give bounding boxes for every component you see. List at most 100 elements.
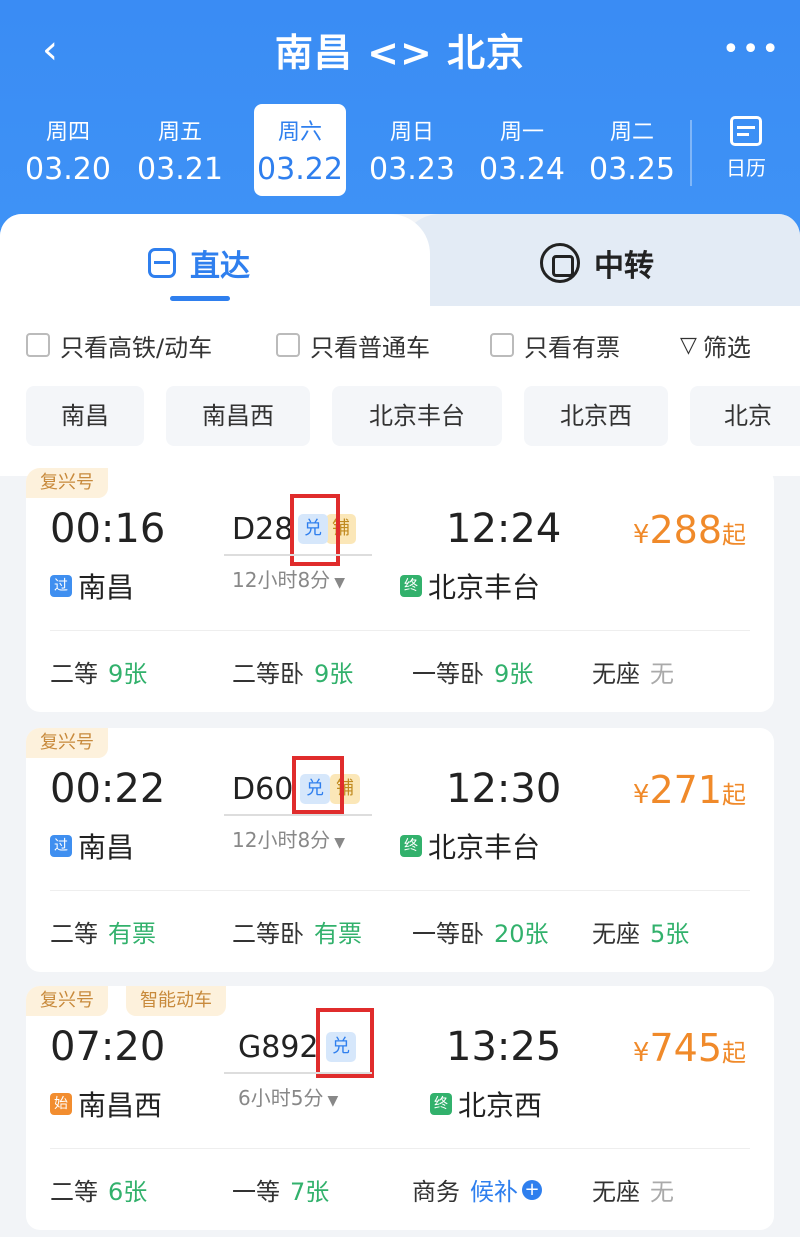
arrive-station-name: 北京丰台: [428, 831, 541, 864]
pass-badge: 过: [50, 835, 72, 857]
date-divider: [690, 120, 692, 186]
transfer-icon: [540, 243, 580, 283]
filter-label: 筛选: [702, 333, 751, 362]
train-icon: [148, 248, 176, 278]
more-button[interactable]: •••: [722, 30, 779, 70]
train-card[interactable]: 复兴号 00:22 过 南昌 D60 铺 兑 12小时8分 ▼ 12:30 终 北…: [26, 728, 774, 972]
page-title: 南昌 <> 北京: [274, 31, 526, 75]
arrive-time: 12:30: [446, 766, 562, 812]
date-item-0325[interactable]: 周二 03.25: [586, 104, 678, 196]
seat-second: 二等 6张: [50, 1178, 148, 1206]
fuxing-tag: 复兴号: [26, 468, 108, 498]
pass-badge: 过: [50, 575, 72, 597]
arrive-time: 13:25: [446, 1024, 562, 1070]
arrive-station-name: 北京丰台: [428, 571, 541, 604]
date-item-0321[interactable]: 周五 03.21: [134, 104, 226, 196]
date-item-0320[interactable]: 周四 03.20: [22, 104, 114, 196]
highlight-box: [292, 756, 344, 814]
route-line: [224, 814, 372, 816]
calendar-button[interactable]: 日历: [706, 112, 786, 192]
filter-button[interactable]: ▽ 筛选: [680, 328, 751, 362]
checkbox[interactable]: [276, 333, 300, 357]
checkbox[interactable]: [26, 333, 50, 357]
seat-second: 二等 有票: [50, 920, 156, 948]
depart-station: 过 南昌: [50, 826, 134, 866]
date-day: 03.23: [369, 152, 455, 187]
filter-high-speed[interactable]: 只看高铁/动车: [26, 328, 212, 362]
seat-first: 一等 7张: [232, 1178, 330, 1206]
date-week: 周二: [609, 120, 654, 145]
date-strip: 周四 03.20 周五 03.21 周六 03.22 周日 03.23 周一 0…: [22, 104, 692, 196]
station-chip-beijingxi[interactable]: 北京西: [524, 386, 668, 446]
filter-label: 只看高铁/动车: [60, 333, 213, 362]
checkbox[interactable]: [490, 333, 514, 357]
date-day: 03.22: [257, 152, 343, 187]
terminal-badge: 终: [430, 1093, 452, 1115]
terminal-badge: 终: [400, 835, 422, 857]
train-number: G892: [238, 1030, 319, 1065]
train-number: D60: [232, 772, 294, 807]
filter-bar: 只看高铁/动车 只看普通车 只看有票 ▽ 筛选 南昌 南昌西 北京丰台 北京西 …: [0, 306, 800, 476]
funnel-icon: ▽: [680, 332, 697, 358]
seat-standing: 无座 5张: [592, 920, 690, 948]
seat-first-sleeper: 一等卧 20张: [412, 920, 549, 948]
plus-icon[interactable]: +: [522, 1179, 542, 1200]
depart-station: 始 南昌西: [50, 1084, 162, 1124]
seat-second-sleeper: 二等卧 有票: [232, 920, 362, 948]
filter-label: 只看普通车: [310, 333, 430, 362]
date-day: 03.20: [25, 152, 111, 187]
price: ¥271起: [632, 768, 746, 812]
terminal-badge: 终: [400, 575, 422, 597]
arrive-time: 12:24: [446, 506, 562, 552]
filter-normal-train[interactable]: 只看普通车: [276, 328, 430, 362]
smart-emu-tag: 智能动车: [126, 986, 226, 1016]
seat-standing: 无座无: [592, 660, 674, 688]
card-divider: [50, 1148, 750, 1149]
filter-has-ticket[interactable]: 只看有票: [490, 328, 620, 362]
price: ¥288起: [632, 508, 746, 552]
card-divider: [50, 630, 750, 631]
fuxing-tag: 复兴号: [26, 986, 108, 1016]
tab-transfer[interactable]: 中转: [540, 238, 654, 288]
train-card[interactable]: 复兴号 00:16 过 南昌 D28 铺 兑 12小时8分 ▼ 12:24 终 北…: [26, 468, 774, 712]
depart-station-name: 南昌: [78, 571, 135, 604]
depart-time: 07:20: [50, 1024, 166, 1070]
date-item-0323[interactable]: 周日 03.23: [366, 104, 458, 196]
calendar-label: 日历: [726, 156, 766, 180]
seat-second: 二等 9张: [50, 660, 148, 688]
highlight-box: [316, 1008, 374, 1078]
seat-business[interactable]: 商务 候补 +: [412, 1172, 542, 1207]
tab-direct-label: 直达: [190, 249, 250, 284]
tab-direct[interactable]: 直达: [148, 238, 250, 288]
duration[interactable]: 6小时5分 ▼: [238, 1082, 338, 1111]
date-week: 周六: [277, 120, 322, 145]
station-chip-beijingfengtai[interactable]: 北京丰台: [332, 386, 502, 446]
duration[interactable]: 12小时8分 ▼: [232, 564, 345, 593]
date-day: 03.24: [479, 152, 565, 187]
route-line: [224, 1072, 372, 1074]
train-card[interactable]: 复兴号 智能动车 07:20 始 南昌西 G892 兑 6小时5分 ▼ 13:25…: [26, 986, 774, 1230]
depart-time: 00:16: [50, 506, 166, 552]
station-chip-nanchangxi[interactable]: 南昌西: [166, 386, 310, 446]
caret-down-icon: ▼: [327, 1093, 339, 1109]
date-day: 03.21: [137, 152, 223, 187]
date-item-0324[interactable]: 周一 03.24: [476, 104, 568, 196]
caret-down-icon: ▼: [334, 835, 345, 851]
duration[interactable]: 12小时8分 ▼: [232, 824, 345, 853]
seat-standing: 无座无: [592, 1178, 674, 1206]
origin-badge: 始: [50, 1093, 72, 1115]
arrive-station: 终 北京丰台: [400, 826, 540, 866]
station-chip-nanchang[interactable]: 南昌: [26, 386, 144, 446]
date-item-0322-selected[interactable]: 周六 03.22: [254, 104, 346, 196]
tab-transfer-label: 中转: [594, 249, 654, 284]
route-line: [224, 554, 372, 556]
arrive-station: 终 北京丰台: [400, 566, 540, 606]
seat-second-sleeper: 二等卧 9张: [232, 660, 354, 688]
station-chip-beijing[interactable]: 北京: [690, 386, 800, 446]
date-week: 周日: [389, 120, 434, 145]
date-week: 周一: [499, 120, 544, 145]
caret-down-icon: ▼: [334, 575, 345, 591]
fuxing-tag: 复兴号: [26, 728, 108, 758]
calendar-icon: [730, 116, 762, 146]
more-icon: •••: [722, 32, 782, 67]
